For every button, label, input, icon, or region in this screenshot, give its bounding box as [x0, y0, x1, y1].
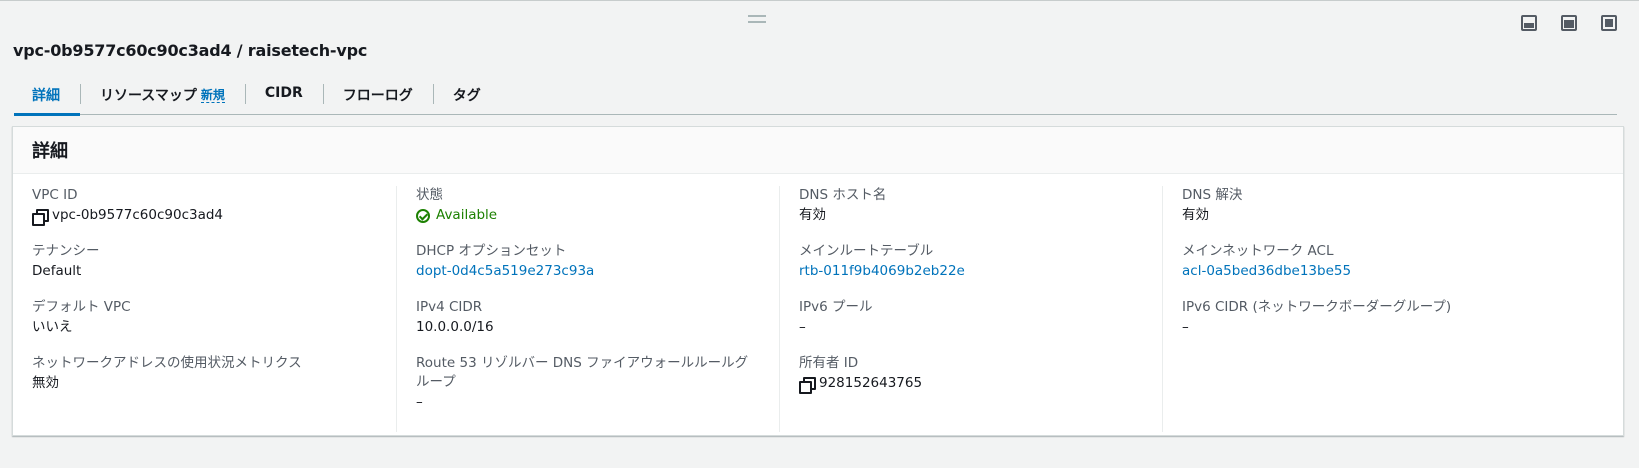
route-table-link[interactable]: rtb-011f9b4069b2eb22e — [799, 261, 1143, 282]
details-column-3: DNS ホスト名 有効 メインルートテーブル rtb-011f9b4069b2e… — [779, 186, 1162, 432]
check-circle-icon — [416, 208, 430, 223]
kv-main-route-table: メインルートテーブル rtb-011f9b4069b2eb22e — [799, 242, 1143, 282]
new-badge: 新規 — [200, 88, 225, 103]
tab-cidr[interactable]: CIDR — [244, 79, 323, 115]
kv-value: – — [799, 319, 806, 335]
kv-tenancy: テナンシー Default — [32, 242, 377, 282]
kv-value: Default — [32, 263, 82, 279]
page-title: vpc-0b9577c60c90c3ad4 / raisetech-vpc — [13, 41, 368, 60]
network-acl-link[interactable]: acl-0a5bed36dbe13be55 — [1182, 261, 1526, 282]
kv-label: メインルートテーブル — [799, 243, 934, 259]
resize-handle-icon[interactable] — [748, 15, 766, 23]
tab-flow-logs[interactable]: フローログ — [322, 79, 433, 115]
tab-tags[interactable]: タグ — [432, 79, 501, 115]
split-panel-side-icon[interactable] — [1561, 15, 1577, 31]
split-panel-bottom-icon[interactable] — [1521, 15, 1537, 31]
tab-label: タグ — [452, 88, 481, 104]
kv-value: 無効 — [32, 375, 59, 391]
kv-label: テナンシー — [32, 243, 100, 259]
dhcp-options-link[interactable]: dopt-0d4c5a519e273c93a — [416, 261, 760, 282]
kv-label: DNS ホスト名 — [799, 187, 887, 203]
kv-default-vpc: デフォルト VPC いいえ — [32, 298, 377, 338]
kv-ipv6-pool: IPv6 プール – — [799, 298, 1143, 338]
owner-id-value: 928152643765 — [819, 375, 923, 391]
kv-label: DNS 解決 — [1182, 187, 1243, 203]
kv-dns-resolution: DNS 解決 有効 — [1182, 186, 1526, 226]
kv-value: 有効 — [1182, 207, 1209, 223]
kv-label: 所有者 ID — [799, 355, 859, 371]
details-container: 詳細 VPC ID vpc-0b9577c60c90c3ad4 テナンシー De… — [12, 126, 1624, 436]
tab-label: リソースマップ — [100, 88, 197, 104]
details-column-2: 状態 Available DHCP オプションセット dopt-0d4c5a51… — [396, 186, 779, 432]
kv-label: IPv6 CIDR (ネットワークボーダーグループ) — [1182, 299, 1452, 315]
kv-label: VPC ID — [32, 187, 78, 203]
tab-label: 詳細 — [32, 88, 60, 104]
copy-icon[interactable] — [799, 376, 816, 394]
split-panel: vpc-0b9577c60c90c3ad4 / raisetech-vpc 詳細… — [0, 0, 1639, 468]
vpc-id-value: vpc-0b9577c60c90c3ad4 — [52, 207, 224, 223]
kv-value: vpc-0b9577c60c90c3ad4 — [32, 205, 377, 226]
kv-dns-hostnames: DNS ホスト名 有効 — [799, 186, 1143, 226]
kv-main-network-acl: メインネットワーク ACL acl-0a5bed36dbe13be55 — [1182, 242, 1526, 282]
details-header: 詳細 — [13, 127, 1623, 174]
kv-route53-firewall: Route 53 リゾルバー DNS ファイアウォールルールグループ – — [416, 354, 760, 413]
tab-resource-map[interactable]: リソースマップ 新規 — [80, 79, 245, 115]
kv-label: メインネットワーク ACL — [1182, 243, 1334, 259]
kv-label: Route 53 リゾルバー DNS ファイアウォールルールグループ — [416, 355, 749, 390]
kv-label: ネットワークアドレスの使用状況メトリクス — [32, 355, 302, 371]
copy-icon[interactable] — [32, 208, 49, 226]
kv-label: 状態 — [416, 187, 443, 203]
tab-bar: 詳細 リソースマップ 新規 CIDR フローログ タグ — [14, 79, 1617, 116]
tab-label: CIDR — [264, 85, 303, 101]
kv-value: いいえ — [32, 319, 73, 335]
kv-label: デフォルト VPC — [32, 299, 131, 315]
panel-preferences — [1521, 15, 1617, 31]
kv-value: – — [1182, 319, 1189, 335]
maximize-icon[interactable] — [1601, 15, 1617, 31]
kv-state: 状態 Available — [416, 186, 760, 226]
details-columns: VPC ID vpc-0b9577c60c90c3ad4 テナンシー Defau… — [13, 174, 1623, 432]
kv-vpc-id: VPC ID vpc-0b9577c60c90c3ad4 — [32, 186, 377, 226]
kv-owner-id: 所有者 ID 928152643765 — [799, 354, 1143, 394]
details-column-4: DNS 解決 有効 メインネットワーク ACL acl-0a5bed36dbe1… — [1162, 186, 1545, 432]
tab-details[interactable]: 詳細 — [14, 79, 80, 116]
details-column-1: VPC ID vpc-0b9577c60c90c3ad4 テナンシー Defau… — [13, 186, 396, 432]
kv-value: 10.0.0.0/16 — [416, 319, 494, 335]
kv-value: 有効 — [799, 207, 826, 223]
status-text: Available — [436, 207, 498, 223]
kv-label: IPv6 プール — [799, 299, 873, 315]
tab-label: フローログ — [342, 88, 413, 104]
kv-label: DHCP オプションセット — [416, 243, 567, 259]
kv-network-metrics: ネットワークアドレスの使用状況メトリクス 無効 — [32, 354, 377, 394]
status-indicator: Available — [416, 205, 760, 226]
kv-ipv4-cidr: IPv4 CIDR 10.0.0.0/16 — [416, 298, 760, 338]
kv-value: – — [416, 394, 423, 410]
kv-ipv6-cidr: IPv6 CIDR (ネットワークボーダーグループ) – — [1182, 298, 1526, 338]
kv-value: 928152643765 — [799, 373, 1143, 394]
kv-label: IPv4 CIDR — [416, 299, 483, 315]
kv-dhcp-options: DHCP オプションセット dopt-0d4c5a519e273c93a — [416, 242, 760, 282]
